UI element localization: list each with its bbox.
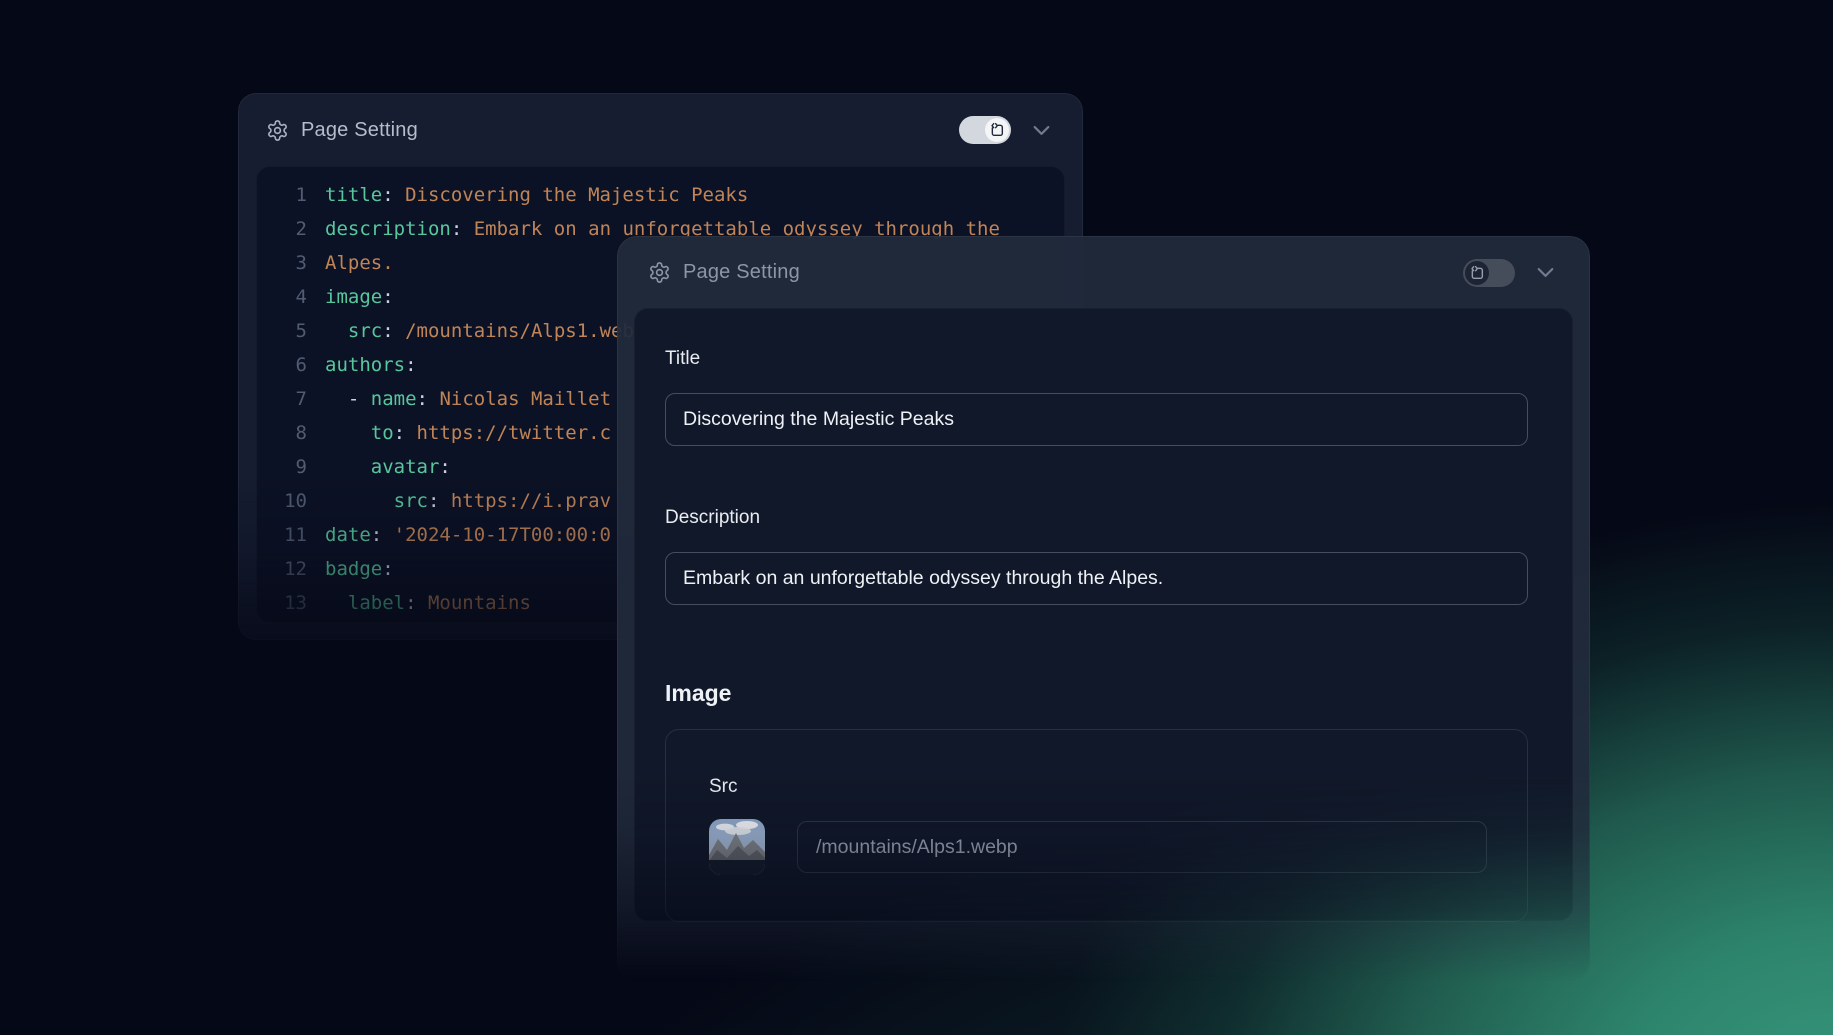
code-text: src: https://i.prav xyxy=(325,484,611,518)
code-token: date xyxy=(325,524,371,546)
code-text: - name: Nicolas Maillet xyxy=(325,382,611,416)
code-text: date: '2024-10-17T00:00:0 xyxy=(325,518,611,552)
code-token: name xyxy=(371,388,417,410)
code-token: - xyxy=(348,388,371,410)
code-token: : xyxy=(451,218,474,240)
code-embed-icon xyxy=(1469,265,1485,281)
chevron-down-icon[interactable] xyxy=(1028,117,1055,144)
code-text: badge: xyxy=(325,552,394,586)
gear-icon xyxy=(648,261,671,284)
code-token: badge xyxy=(325,558,382,580)
code-text: src: /mountains/Alps1.webp xyxy=(325,314,645,348)
line-number: 2 xyxy=(257,212,307,246)
code-token: : xyxy=(394,422,417,444)
code-token: Mountains xyxy=(428,592,531,614)
image-src-input[interactable] xyxy=(797,821,1487,873)
code-token: /mountains/Alps1.webp xyxy=(405,320,645,342)
code-text: label: Mountains xyxy=(325,586,531,620)
code-token: label xyxy=(348,592,405,614)
line-number: 6 xyxy=(257,348,307,382)
code-token: : xyxy=(371,524,394,546)
code-view-toggle[interactable] xyxy=(959,116,1011,144)
description-input[interactable] xyxy=(665,552,1528,605)
code-text: authors: xyxy=(325,348,417,382)
form-card: Title Description Image Src xyxy=(634,308,1573,921)
code-token: : xyxy=(428,490,451,512)
image-group: Src xyxy=(665,729,1528,922)
code-text: image: xyxy=(325,280,394,314)
line-number: 7 xyxy=(257,382,307,416)
form-settings-panel: Page Setting Title Description Image Src xyxy=(617,236,1590,981)
code-text: Alpes. xyxy=(325,246,394,280)
line-number: 3 xyxy=(257,246,307,280)
code-token: '2024-10-17T00:00:0 xyxy=(394,524,611,546)
chevron-down-icon[interactable] xyxy=(1532,259,1559,286)
code-token: : xyxy=(405,354,416,376)
code-token: : xyxy=(382,184,405,206)
form-panel-header: Page Setting xyxy=(618,237,1589,308)
toggle-knob xyxy=(985,118,1009,142)
line-number: 8 xyxy=(257,416,307,450)
code-token: authors xyxy=(325,354,405,376)
code-token: : xyxy=(382,558,393,580)
src-label: Src xyxy=(709,775,1487,799)
code-token: https://twitter.c xyxy=(417,422,611,444)
code-token: Nicolas Maillet xyxy=(439,388,611,410)
panel-title: Page Setting xyxy=(301,119,418,142)
code-token: Alpes. xyxy=(325,252,394,274)
code-token: : xyxy=(417,388,440,410)
code-token: https://i.prav xyxy=(451,490,611,512)
title-input[interactable] xyxy=(665,393,1528,446)
code-token: : xyxy=(405,592,428,614)
code-view-toggle[interactable] xyxy=(1463,259,1515,287)
line-number: 10 xyxy=(257,484,307,518)
line-number: 4 xyxy=(257,280,307,314)
line-number: 13 xyxy=(257,586,307,620)
line-number: 12 xyxy=(257,552,307,586)
panel-title: Page Setting xyxy=(683,261,800,284)
mountain-thumbnail xyxy=(709,819,765,875)
code-token: description xyxy=(325,218,451,240)
code-text: to: https://twitter.c xyxy=(325,416,611,450)
description-label: Description xyxy=(665,506,1528,530)
code-token: avatar xyxy=(371,456,440,478)
code-token: : xyxy=(382,320,405,342)
line-number: 1 xyxy=(257,178,307,212)
line-number: 5 xyxy=(257,314,307,348)
code-text: avatar: xyxy=(325,450,451,484)
code-token: to xyxy=(371,422,394,444)
code-embed-icon xyxy=(989,122,1005,138)
code-token: title xyxy=(325,184,382,206)
toggle-knob xyxy=(1465,261,1489,285)
code-token: src xyxy=(348,320,382,342)
code-panel-header: Page Setting xyxy=(239,94,1082,166)
code-token: image xyxy=(325,286,382,308)
code-token: : xyxy=(439,456,450,478)
line-number: 11 xyxy=(257,518,307,552)
code-line: 1 title: Discovering the Majestic Peaks xyxy=(257,178,1064,212)
gear-icon xyxy=(266,119,289,142)
code-token: : xyxy=(382,286,393,308)
image-heading: Image xyxy=(665,679,1528,707)
code-token: Discovering the Majestic Peaks xyxy=(405,184,748,206)
line-number: 9 xyxy=(257,450,307,484)
code-token: src xyxy=(394,490,428,512)
title-label: Title xyxy=(665,347,1528,371)
code-text: title: Discovering the Majestic Peaks xyxy=(325,178,748,212)
